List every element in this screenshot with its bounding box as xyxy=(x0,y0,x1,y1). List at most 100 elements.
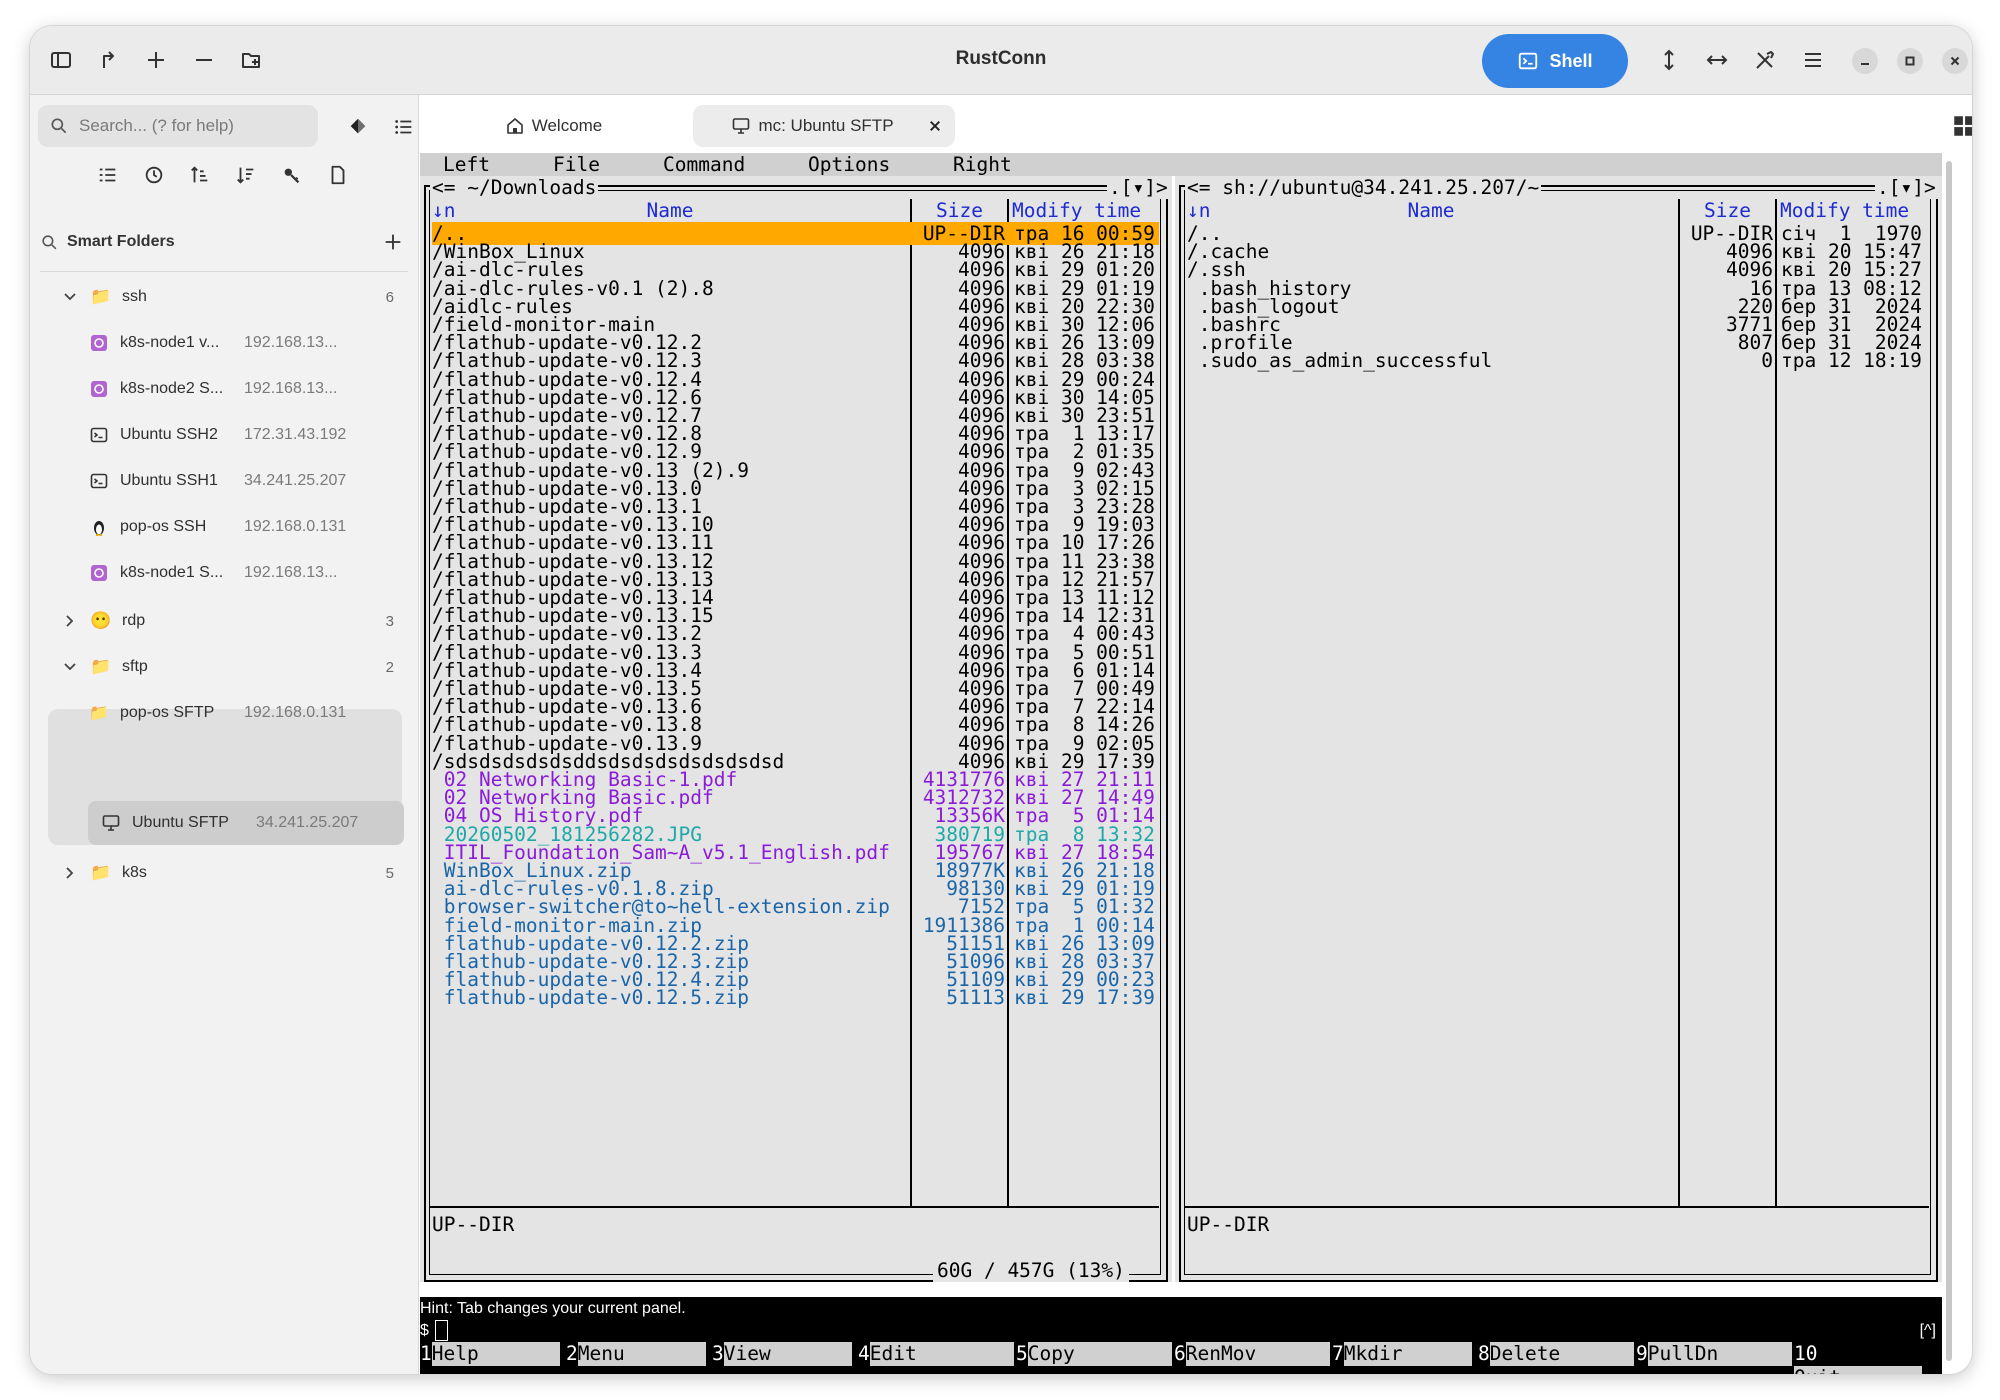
remove-icon[interactable] xyxy=(185,41,223,79)
tab-label: mc: Ubuntu SFTP xyxy=(758,116,894,135)
sort-descending-icon[interactable] xyxy=(230,159,262,191)
midnight-commander: Left File Command Options Right <= ~/Dow… xyxy=(420,153,1942,1333)
shell-button[interactable]: Shell xyxy=(1482,34,1628,88)
col-header-size[interactable]: Size xyxy=(912,199,1007,222)
shell-prompt[interactable]: $ [^] xyxy=(420,1320,1942,1342)
add-group-icon[interactable] xyxy=(233,41,271,79)
connection-item[interactable]: k8s-node1 S... 192.168.13... xyxy=(88,551,404,595)
quick-connect-icon[interactable] xyxy=(89,41,127,79)
search-input[interactable] xyxy=(77,115,301,137)
file-row[interactable]: flathub-update-v0.12.5.zip 51113 кві 29 17… xyxy=(432,986,1159,1009)
fkey-edit[interactable]: 4Edit xyxy=(858,1342,1014,1366)
scrollbar-thumb[interactable] xyxy=(1946,161,1952,1361)
group-k8s[interactable]: 📁 k8s 5 xyxy=(60,851,408,895)
search-box[interactable] xyxy=(38,105,318,147)
maximize-icon[interactable] xyxy=(1897,48,1923,74)
menu-left[interactable]: Left xyxy=(443,153,490,176)
tab-mc-ubuntu-sftp[interactable]: mc: Ubuntu SFTP xyxy=(693,105,955,147)
connection-name: Ubuntu SSH1 xyxy=(120,472,218,489)
fkey-pulldn[interactable]: 9PullDn xyxy=(1636,1342,1792,1366)
divider xyxy=(40,271,408,272)
prompt-toggle[interactable]: [^] xyxy=(1920,1320,1936,1342)
menu-options[interactable]: Options xyxy=(808,153,890,176)
connection-item[interactable]: 📁 pop-os SFTP 192.168.0.131 xyxy=(88,691,404,735)
connection-item[interactable]: Ubuntu SSH2 172.31.43.192 xyxy=(88,413,404,457)
right-panel[interactable]: <= sh://ubuntu@34.241.25.207/~ .[▾]> ↓n … xyxy=(1175,176,1942,1282)
split-horizontal-icon[interactable] xyxy=(1698,41,1736,79)
tab-bar: Welcome mc: Ubuntu SFTP xyxy=(419,95,1972,153)
connection-item[interactable]: k8s-node2 S... 192.168.13... xyxy=(88,367,404,411)
fkey-help[interactable]: 1Help xyxy=(420,1342,560,1366)
terminal[interactable]: Left File Command Options Right <= ~/Dow… xyxy=(420,153,1942,1374)
chevron-down-icon[interactable] xyxy=(60,657,80,677)
add-icon[interactable] xyxy=(137,41,175,79)
left-panel[interactable]: <= ~/Downloads .[▾]> ↓n Name Size Modify… xyxy=(420,176,1172,1282)
connection-name: Ubuntu SSH2 xyxy=(120,426,218,443)
left-panel-path: <= ~/Downloads xyxy=(430,176,599,199)
connection-name: k8s-node1 S... xyxy=(120,564,224,581)
grid-view-icon[interactable] xyxy=(1951,113,1972,139)
sort-list-icon[interactable] xyxy=(92,159,124,191)
menu-right[interactable]: Right xyxy=(953,153,1012,176)
menu-file[interactable]: File xyxy=(553,153,600,176)
connection-item[interactable]: Ubuntu SSH1 34.241.25.207 xyxy=(88,459,404,503)
main-menu-icon[interactable] xyxy=(1794,41,1832,79)
search-icon xyxy=(51,118,67,134)
col-header-time[interactable]: Modify time xyxy=(1780,199,1930,222)
add-smart-folder-icon[interactable] xyxy=(382,231,404,253)
filter-icon[interactable] xyxy=(342,111,374,143)
sidebar-toggle-icon[interactable] xyxy=(42,41,80,79)
search-icon xyxy=(42,234,57,249)
file-time: тра 12 18:19 xyxy=(1781,349,1922,373)
terminal-icon xyxy=(1519,52,1538,70)
list-view-icon[interactable] xyxy=(388,111,420,143)
connection-host: 192.168.13... xyxy=(244,334,338,351)
panel-controls[interactable]: .[▾]> xyxy=(1875,176,1938,199)
tools-icon[interactable] xyxy=(1746,41,1784,79)
group-sftp[interactable]: 📁 sftp 2 xyxy=(60,645,408,689)
connection-host: 192.168.13... xyxy=(244,564,338,581)
folder-icon: 📁 xyxy=(89,705,109,722)
group-rdp[interactable]: 😶 rdp 3 xyxy=(60,599,408,643)
group-name: sftp xyxy=(122,658,148,675)
fkey-delete[interactable]: 8Delete xyxy=(1478,1342,1634,1366)
file-row[interactable]: .sudo_as_admin_successful 0 тра 12 18:19 xyxy=(1187,349,1929,372)
key-icon[interactable] xyxy=(276,159,308,191)
split-vertical-icon[interactable] xyxy=(1650,41,1688,79)
close-window-icon[interactable] xyxy=(1942,48,1968,74)
recent-icon[interactable] xyxy=(138,159,170,191)
terminal-icon xyxy=(88,470,110,492)
fkey-quit[interactable]: 10Quit xyxy=(1794,1342,1942,1374)
col-header-name[interactable]: Name xyxy=(432,199,908,222)
k8s-icon xyxy=(88,562,110,584)
connection-item[interactable]: pop-os SSH 192.168.0.131 xyxy=(88,505,404,549)
tab-welcome[interactable]: Welcome xyxy=(439,105,669,147)
sort-ascending-icon[interactable] xyxy=(184,159,216,191)
cursor xyxy=(434,1320,448,1342)
folder-icon: 📁 xyxy=(90,287,112,306)
minimize-icon[interactable] xyxy=(1852,48,1878,74)
smart-folders-header[interactable]: Smart Folders xyxy=(40,227,410,257)
fkey-mkdir[interactable]: 7Mkdir xyxy=(1332,1342,1472,1366)
close-tab-icon[interactable] xyxy=(925,116,945,136)
connection-item[interactable]: k8s-node1 v... 192.168.13... xyxy=(88,321,404,365)
fkey-renmov[interactable]: 6RenMov xyxy=(1174,1342,1330,1366)
chevron-right-icon[interactable] xyxy=(60,863,80,883)
connection-name: pop-os SFTP xyxy=(120,704,215,721)
fkey-copy[interactable]: 5Copy xyxy=(1016,1342,1172,1366)
clipboard-icon[interactable] xyxy=(322,159,354,191)
chevron-right-icon[interactable] xyxy=(60,611,80,631)
fkey-view[interactable]: 3View xyxy=(712,1342,852,1366)
fkey-menu[interactable]: 2Menu xyxy=(566,1342,706,1366)
menu-command[interactable]: Command xyxy=(663,153,745,176)
connection-host: 34.241.25.207 xyxy=(256,814,359,831)
panel-controls[interactable]: .[▾]> xyxy=(1107,176,1170,199)
right-panel-path: <= sh://ubuntu@34.241.25.207/~ xyxy=(1185,176,1542,199)
group-ssh[interactable]: 📁 ssh 6 xyxy=(60,275,408,319)
col-header-time[interactable]: Modify time xyxy=(1012,199,1162,222)
col-header-size[interactable]: Size xyxy=(1680,199,1775,222)
chevron-down-icon[interactable] xyxy=(60,287,80,307)
scrollbar[interactable] xyxy=(1943,161,1955,1371)
col-header-name[interactable]: Name xyxy=(1187,199,1675,222)
connection-item-selected[interactable]: Ubuntu SFTP 34.241.25.207 xyxy=(88,801,404,845)
